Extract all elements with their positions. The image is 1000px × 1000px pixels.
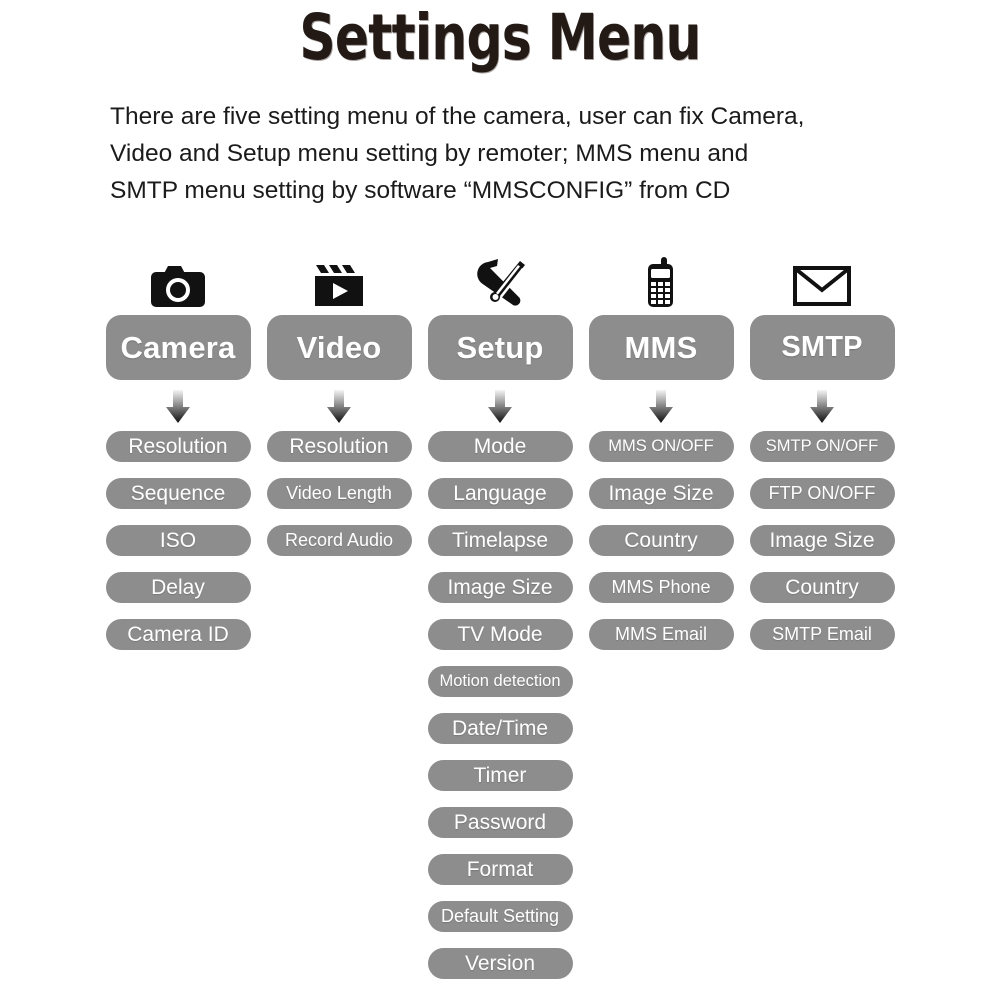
menu-item[interactable]: MMS Email	[588, 619, 734, 650]
down-arrow-icon	[483, 390, 517, 423]
menu-item[interactable]: Resolution	[266, 431, 412, 462]
menu-item[interactable]: Format	[427, 854, 573, 885]
menu-item[interactable]: Country	[749, 572, 895, 603]
menu-item[interactable]: FTP ON/OFF	[749, 478, 895, 509]
menu-header-setup[interactable]: Setup	[427, 315, 573, 380]
camera-icon	[149, 250, 207, 308]
menu-header-video[interactable]: Video	[266, 315, 412, 380]
menu-items-mms: MMS ON/OFF Image Size Country MMS Phone …	[588, 431, 734, 666]
menu-item[interactable]: MMS ON/OFF	[588, 431, 734, 462]
menu-items-setup: Mode Language Timelapse Image Size TV Mo…	[427, 431, 573, 995]
menu-item[interactable]: Date/Time	[427, 713, 573, 744]
menu-item[interactable]: Password	[427, 807, 573, 838]
menu-header-camera[interactable]: Camera	[105, 315, 251, 380]
menu-item[interactable]: Image Size	[749, 525, 895, 556]
menu-column-mms: MMS MMS ON/OFF Image Size Country MMS Ph…	[581, 250, 742, 666]
menu-item[interactable]: Timer	[427, 760, 573, 791]
menu-item[interactable]: Default Setting	[427, 901, 573, 932]
menu-item[interactable]: Image Size	[427, 572, 573, 603]
down-arrow-icon	[644, 390, 678, 423]
page-title: Settings Menu	[299, 1, 701, 74]
menu-column-smtp: SMTP SMTP ON/OFF FTP ON/OFF Image Size C…	[742, 250, 903, 666]
menu-item[interactable]: SMTP ON/OFF	[749, 431, 895, 462]
menu-columns: Camera Resolution Sequence ISO Delay Cam…	[0, 250, 1000, 995]
menu-items-smtp: SMTP ON/OFF FTP ON/OFF Image Size Countr…	[749, 431, 895, 666]
clapperboard-icon	[313, 250, 365, 308]
menu-column-camera: Camera Resolution Sequence ISO Delay Cam…	[98, 250, 259, 666]
settings-menu-page: Settings Menu There are five setting men…	[0, 0, 1000, 1000]
menu-item[interactable]: Delay	[105, 572, 251, 603]
intro-paragraph: There are five setting menu of the camer…	[110, 98, 910, 209]
intro-line-3: SMTP menu setting by software “MMSCONFIG…	[110, 177, 731, 204]
menu-item[interactable]: Sequence	[105, 478, 251, 509]
mobile-phone-icon	[644, 250, 678, 308]
wrench-screwdriver-icon	[472, 250, 528, 308]
menu-column-setup: Setup Mode Language Timelapse Image Size…	[420, 250, 581, 995]
menu-item[interactable]: Motion detection	[427, 666, 573, 697]
menu-item[interactable]: Image Size	[588, 478, 734, 509]
menu-header-mms[interactable]: MMS	[588, 315, 734, 380]
down-arrow-icon	[805, 390, 839, 423]
down-arrow-icon	[161, 390, 195, 423]
menu-item[interactable]: Country	[588, 525, 734, 556]
intro-line-1: There are five setting menu of the camer…	[110, 103, 805, 130]
menu-item[interactable]: MMS Phone	[588, 572, 734, 603]
down-arrow-icon	[322, 390, 356, 423]
menu-item[interactable]: Resolution	[105, 431, 251, 462]
menu-item[interactable]: TV Mode	[427, 619, 573, 650]
menu-column-video: Video Resolution Video Length Record Aud…	[259, 250, 420, 572]
menu-item[interactable]: SMTP Email	[749, 619, 895, 650]
menu-items-camera: Resolution Sequence ISO Delay Camera ID	[105, 431, 251, 666]
menu-item[interactable]: Record Audio	[266, 525, 412, 556]
menu-item[interactable]: Camera ID	[105, 619, 251, 650]
menu-header-smtp[interactable]: SMTP	[749, 315, 895, 380]
envelope-icon	[793, 250, 851, 308]
menu-item[interactable]: Mode	[427, 431, 573, 462]
menu-item[interactable]: Version	[427, 948, 573, 979]
menu-item[interactable]: Language	[427, 478, 573, 509]
menu-items-video: Resolution Video Length Record Audio	[266, 431, 412, 572]
intro-line-2: Video and Setup menu setting by remoter;…	[110, 140, 749, 167]
menu-item[interactable]: ISO	[105, 525, 251, 556]
menu-item[interactable]: Video Length	[266, 478, 412, 509]
menu-item[interactable]: Timelapse	[427, 525, 573, 556]
